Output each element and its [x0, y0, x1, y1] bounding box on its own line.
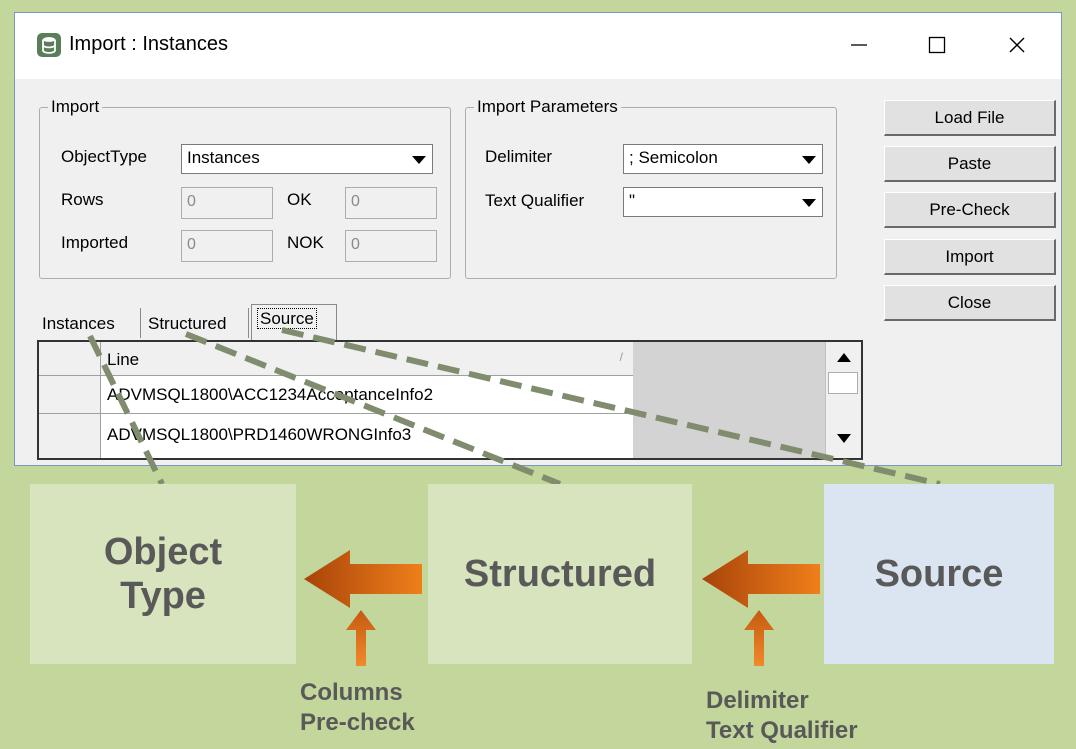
- stage-source: Source: [824, 484, 1054, 664]
- caption-text-qualifier: Text Qualifier: [706, 717, 858, 744]
- caption-delimiter: Delimiter: [706, 687, 809, 714]
- caption-columns: Columns: [300, 679, 403, 706]
- caption-columns-precheck: Columns Pre-check: [300, 678, 415, 738]
- stage-object-type: Object Type: [30, 484, 296, 664]
- left-arrow-icon: [702, 550, 820, 608]
- stage-structured: Structured: [428, 484, 692, 664]
- connector-structured: [184, 331, 562, 487]
- up-arrow-icon: [744, 610, 774, 666]
- connector-instances: [87, 334, 165, 486]
- caption-delimiter-qualifier: Delimiter Text Qualifier: [706, 686, 858, 746]
- left-arrow-icon: [304, 550, 422, 608]
- caption-precheck: Pre-check: [300, 709, 415, 736]
- connector-source: [281, 327, 941, 487]
- up-arrow-icon: [346, 610, 376, 666]
